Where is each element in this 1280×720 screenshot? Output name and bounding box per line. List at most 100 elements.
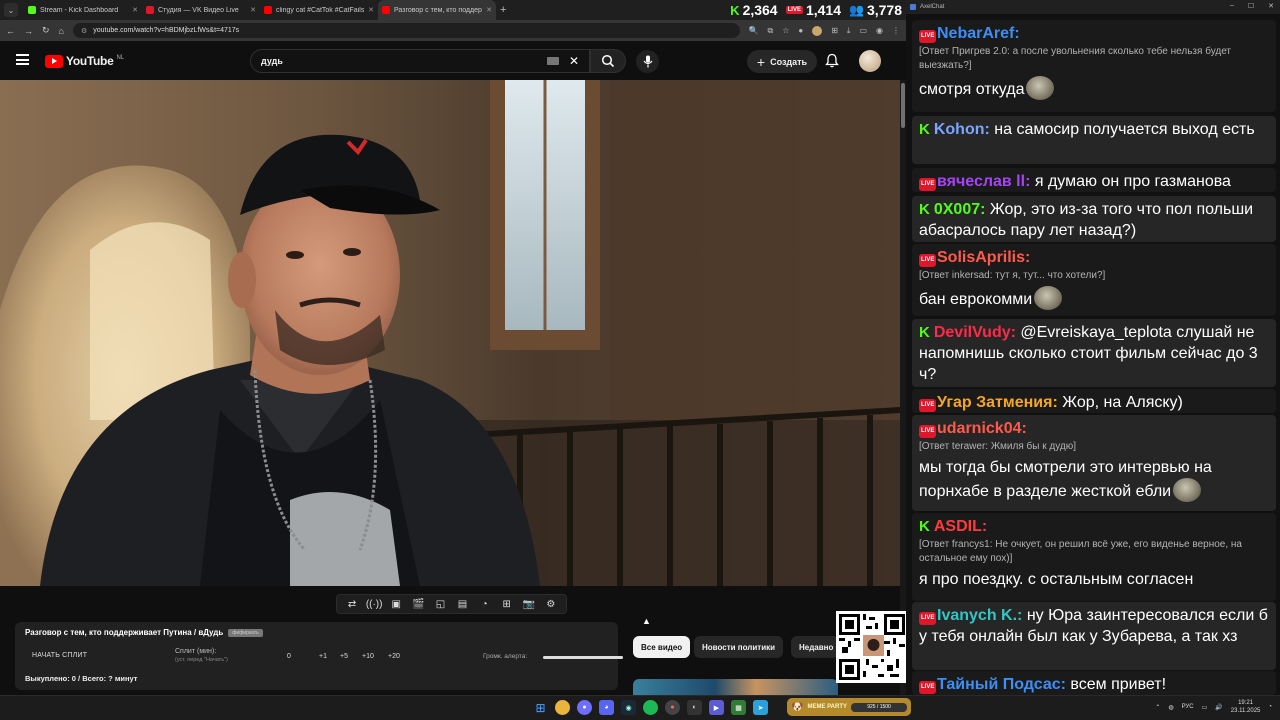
chrome-icon[interactable] [555,700,570,715]
split-add-1-button[interactable]: +1 [319,653,327,660]
address-bar[interactable]: ⚙ youtube.com/watch?v=hBDMjbzLfWs&t=4717… [72,23,740,38]
network-icon[interactable]: ▭ [1202,704,1208,711]
home-icon[interactable]: ⌂ [59,26,64,36]
region-code: NL [116,54,125,61]
chip-all-videos[interactable]: Все видео [633,636,691,658]
page-scrollbar-thumb[interactable] [901,83,905,128]
reload-icon[interactable]: ↻ [42,25,50,36]
clock[interactable]: 19:21 23.11.2025 [1231,699,1261,715]
close-icon[interactable]: ✕ [132,6,138,14]
chat-username: DevilVudy: [933,324,1016,341]
chat-text: бан еврокомми [919,291,1033,308]
close-icon[interactable]: ✕ [368,6,374,14]
camera-icon[interactable]: 📷 [522,598,536,610]
clapper-icon[interactable]: 🎬 [411,598,425,610]
tab-active-video[interactable]: Разговор с тем, кто поддержив... ✕ [378,0,496,20]
extension-dot-icon[interactable]: ● [798,26,803,35]
spotify-icon[interactable] [643,700,658,715]
minimize-icon[interactable]: – [1230,2,1234,10]
extensions-area: 🔍 ⧉ ☆ ● ⊞ ⤓ ▭ ◉ ⋮ [749,25,900,36]
windows-start-icon[interactable]: ⊞ [533,700,548,715]
tab-vk-studio[interactable]: Студия — VK Видео Live ✕ [142,0,260,20]
chat-text: всем привет! [1070,676,1167,693]
discord-icon[interactable]: ◕ [599,700,614,715]
keyboard-icon[interactable] [546,57,559,65]
site-info-icon[interactable]: ⚙ [81,27,87,35]
close-icon[interactable]: ✕ [250,6,256,14]
youtube-logo[interactable]: YouTube NL [45,54,124,68]
meme-party-label: MEME PARTY [807,704,848,710]
notifications-icon[interactable]: ◔ [1268,704,1272,710]
voice-search-button[interactable] [636,50,659,73]
extension-avatar-icon[interactable] [812,25,823,36]
split-add-5-button[interactable]: +5 [340,653,348,660]
recommended-video-thumbnail[interactable] [633,679,838,695]
close-icon[interactable]: ✕ [486,6,492,14]
chat-username: Угар Затмения: [937,394,1058,411]
chip-politics-news[interactable]: Новости политики [694,636,784,658]
language-indicator[interactable]: РУС [1182,704,1194,710]
menu-icon[interactable] [16,54,29,65]
broadcast-icon[interactable]: ((·)) [366,598,383,610]
back-icon[interactable]: ← [6,26,15,36]
telegram-icon[interactable]: ➤ [753,700,768,715]
start-split-button[interactable]: НАЧАТЬ СПЛИТ [32,652,87,659]
video-title: Разговор с тем, кто поддерживает Путина … [25,628,224,637]
forward-icon[interactable]: → [24,26,33,36]
tab-kick-dashboard[interactable]: Stream - Kick Dashboard ✕ [24,0,142,20]
film-strip-icon[interactable]: ▤ [456,598,470,610]
loop-icon[interactable]: ⇄ [345,598,359,610]
tray-app-icon[interactable]: ◍ [1168,704,1173,711]
sidebar-icon[interactable]: ▭ [859,26,867,35]
alert-volume-slider[interactable] [543,656,623,659]
volume-icon[interactable]: 🔊 [1215,704,1222,711]
search-button[interactable] [590,49,626,73]
install-icon[interactable]: ⧉ [767,26,773,36]
meme-party-widget[interactable]: 🐶 MEME PARTY 925 / 1500 [787,698,911,716]
close-icon[interactable]: ✕ [1268,2,1274,10]
tab-search-button[interactable]: ⌄ [4,3,18,17]
new-tab-button[interactable]: + [500,4,506,16]
zoom-icon[interactable]: 🔍 [749,26,759,35]
media-player-icon[interactable]: ▶ [709,700,724,715]
steam-icon[interactable]: ◉ [621,700,636,715]
chat-feed[interactable]: LIVE NebarAref: [Ответ Пригрев 2.0: а пос… [906,14,1280,695]
vk-live-badge-icon: LIVE [919,612,936,625]
menu-dots-icon[interactable]: ⋮ [892,26,900,35]
profile-icon[interactable]: ◉ [876,26,883,35]
create-button[interactable]: + Создать [747,50,817,73]
tg-viewers: 👥 3,778 [849,2,902,18]
chat-message: LIVE udarnick04: [Ответ terawer: Жмиля бы… [912,415,1276,511]
kick-badge-icon: K [919,518,930,535]
bookmark-star-icon[interactable]: ☆ [782,26,789,35]
youtube-favicon-icon [264,6,272,14]
video-player[interactable] [0,80,900,586]
picture-in-picture-icon[interactable]: ◱ [433,598,447,610]
tab-clingy-cat[interactable]: clingy cat #CatTok #CatFails20... ✕ [260,0,378,20]
chat-text: смотря откуда [919,81,1025,98]
chip-recent[interactable]: Недавно [791,636,839,658]
clear-search-icon[interactable]: ✕ [569,54,579,68]
split-badge[interactable]: фифиркать [228,628,263,637]
puzzle-icon[interactable]: ⊞ [831,26,838,35]
split-minutes-label: Сплит (мин): [175,648,217,655]
add-frame-icon[interactable]: ⊞ [500,598,514,610]
obs-icon[interactable]: ● [577,700,592,715]
split-value-0[interactable]: 0 [287,653,291,660]
doge-icon: 🐶 [791,701,804,713]
search-input[interactable]: дудь ✕ [250,49,590,73]
screen-eye-icon[interactable]: ▣ [389,598,403,610]
spreadsheet-icon[interactable]: ▦ [731,700,746,715]
app-icon[interactable]: ◐ [687,700,702,715]
chevron-up-icon[interactable]: ⌃ [1155,704,1160,711]
settings-gear-icon[interactable]: ⚙ [544,598,558,610]
maximize-icon[interactable]: ☐ [1248,2,1254,10]
avatar[interactable] [859,50,881,72]
download-icon[interactable]: ⤓ [847,26,851,36]
speedometer-icon[interactable]: ◔ [478,598,492,610]
vk-live-badge-icon: LIVE [919,254,936,267]
notifications-button[interactable] [825,53,839,73]
split-add-20-button[interactable]: +20 [388,653,400,660]
record-icon[interactable]: ● [665,700,680,715]
split-add-10-button[interactable]: +10 [362,653,374,660]
